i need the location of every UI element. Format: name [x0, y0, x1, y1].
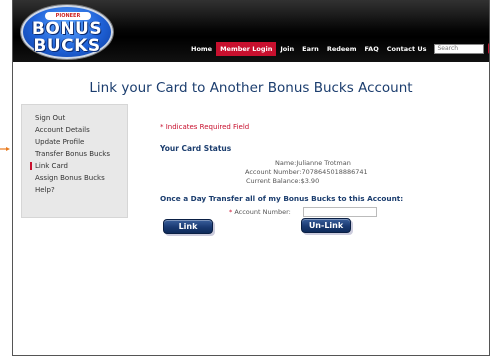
nav-faq[interactable]: FAQ — [360, 42, 382, 56]
sidebar-item-account-details[interactable]: Account Details — [35, 126, 90, 134]
account-number-field-text: Account Number: — [232, 208, 291, 216]
sidebar-item-assign-bonus-bucks[interactable]: Assign Bonus Bucks — [35, 174, 105, 182]
main-nav: Home Member Login Join Earn Redeem FAQ C… — [187, 41, 489, 56]
sidebar-item-transfer-bonus-bucks[interactable]: Transfer Bonus Bucks — [35, 150, 110, 158]
unlink-button[interactable]: Un-Link — [301, 218, 351, 233]
sidebar-item-sign-out[interactable]: Sign Out — [35, 114, 65, 122]
nav-home[interactable]: Home — [187, 42, 216, 56]
account-number-field-label: * Account Number: — [229, 208, 291, 216]
account-number-value: 7078645018886741 — [301, 168, 368, 176]
nav-contact-us[interactable]: Contact Us — [383, 42, 431, 56]
account-number-input[interactable] — [303, 207, 377, 217]
nav-earn[interactable]: Earn — [298, 42, 323, 56]
sidebar-item-update-profile[interactable]: Update Profile — [35, 138, 84, 146]
search-go-button[interactable]: GO — [488, 43, 489, 54]
page-frame: PIONEER BONUS BUCKS Home Member Login Jo… — [12, 0, 490, 356]
current-balance-value: $3.90 — [300, 177, 320, 185]
name-label: Name: — [275, 159, 297, 167]
current-balance-label: Current Balance: — [246, 177, 301, 185]
nav-join[interactable]: Join — [276, 42, 298, 56]
required-field-note: * Indicates Required Field — [160, 123, 250, 131]
name-row: Name:Julianne Trotman — [275, 159, 351, 167]
current-balance-row: Current Balance:$3.90 — [246, 177, 319, 185]
account-number-label: Account Number: — [245, 168, 302, 176]
account-sidebar: Sign Out Account Details Update Profile … — [21, 104, 128, 218]
account-number-row: Account Number:7078645018886741 — [245, 168, 368, 176]
nav-redeem[interactable]: Redeem — [323, 42, 361, 56]
nav-member-login[interactable]: Member Login — [216, 41, 277, 56]
sidebar-item-help[interactable]: Help? — [35, 186, 55, 194]
logo-line2: BUCKS — [33, 36, 101, 56]
site-header: PIONEER BONUS BUCKS Home Member Login Jo… — [13, 0, 489, 62]
search-input[interactable] — [434, 43, 485, 54]
pointer-arrow-icon — [0, 147, 10, 151]
link-button[interactable]: Link — [163, 219, 213, 234]
name-value: Julianne Trotman — [296, 159, 351, 167]
bonus-bucks-logo[interactable]: PIONEER BONUS BUCKS — [21, 5, 113, 59]
sidebar-item-link-card[interactable]: Link Card — [30, 162, 68, 170]
page-title: Link your Card to Another Bonus Bucks Ac… — [89, 80, 413, 96]
transfer-heading: Once a Day Transfer all of my Bonus Buck… — [160, 194, 404, 203]
card-status-heading: Your Card Status — [160, 144, 232, 153]
